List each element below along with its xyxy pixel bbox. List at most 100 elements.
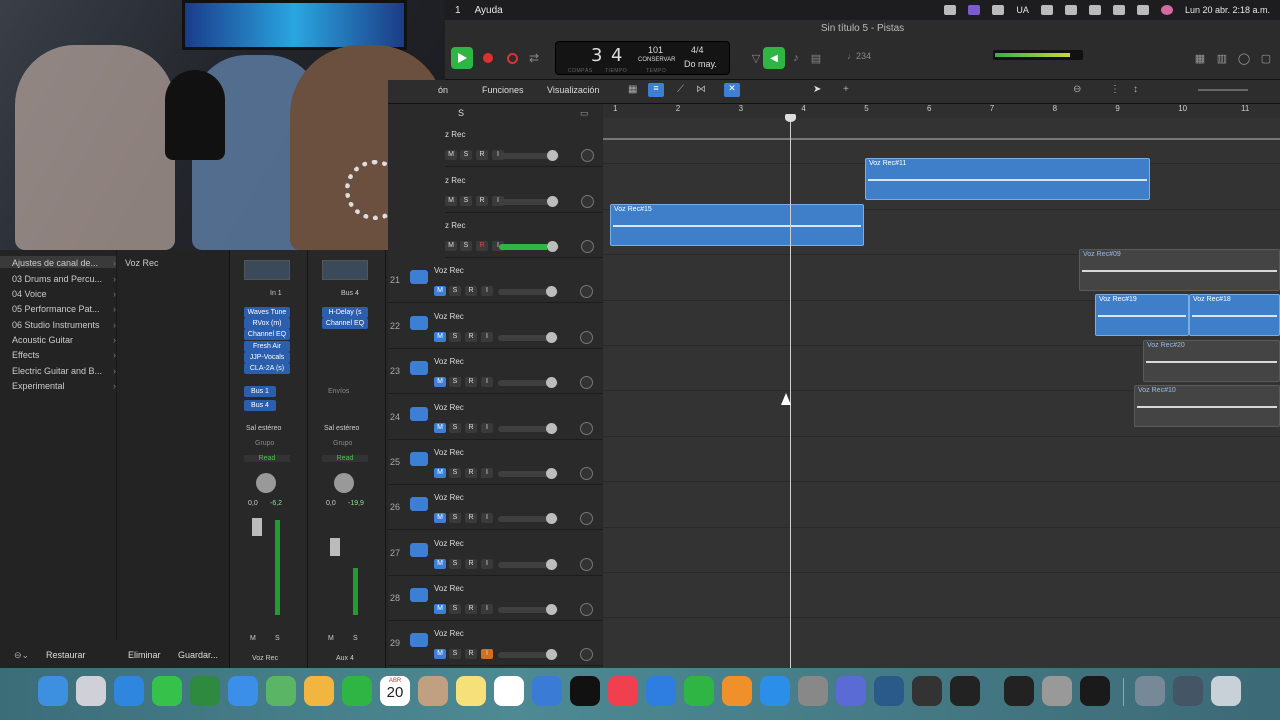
- audio-region[interactable]: Voz Rec#09: [1079, 249, 1280, 291]
- browser-icon[interactable]: ▢: [1255, 47, 1277, 69]
- send-slot[interactable]: Bus 1: [244, 386, 276, 397]
- control-icon[interactable]: [944, 5, 957, 15]
- plugin-slot[interactable]: Waves Tune: [244, 307, 290, 318]
- waveform-zoom-icon[interactable]: ⋮: [1110, 84, 1120, 95]
- screenshot-icon[interactable]: [1173, 676, 1203, 706]
- solo-button[interactable]: S: [449, 377, 461, 387]
- count-in[interactable]: ♩234: [847, 51, 871, 61]
- pan-knob[interactable]: [580, 558, 593, 571]
- view-menu-icon[interactable]: ⊖⌄: [14, 650, 29, 661]
- track-name[interactable]: z Rec: [445, 176, 465, 185]
- maps-icon[interactable]: [266, 676, 296, 706]
- audio-region[interactable]: Voz Rec#11: [865, 158, 1150, 200]
- input-monitor-button[interactable]: I: [481, 332, 493, 342]
- control-center-icon[interactable]: [1136, 5, 1149, 15]
- audio-region[interactable]: Voz Rec#15: [610, 204, 864, 246]
- record-enable-button[interactable]: R: [476, 196, 488, 206]
- pointer-tool-icon[interactable]: ➤: [813, 84, 821, 95]
- mute-button[interactable]: M: [328, 635, 334, 642]
- photos-icon[interactable]: [304, 676, 334, 706]
- metronome-speaker-button[interactable]: ◀: [763, 47, 785, 69]
- track-row[interactable]: 26 Voz Rec M S R I: [388, 485, 603, 530]
- volume-knob[interactable]: [546, 649, 557, 660]
- keyboard-layout[interactable]: UA: [1016, 5, 1029, 15]
- library-item[interactable]: Electric Guitar and B... ›: [12, 366, 116, 376]
- track-row[interactable]: 27 Voz Rec M S R I: [388, 531, 603, 576]
- view-menu[interactable]: Visualización: [547, 85, 599, 95]
- apple-tv-icon[interactable]: [570, 676, 600, 706]
- solo-button[interactable]: S: [449, 468, 461, 478]
- pan-knob[interactable]: [580, 603, 593, 616]
- pan-knob[interactable]: [580, 648, 593, 661]
- input-monitor-button[interactable]: I: [481, 377, 493, 387]
- volume-knob[interactable]: [546, 468, 557, 479]
- volume-knob[interactable]: [547, 241, 558, 252]
- global-solo[interactable]: S: [458, 108, 464, 118]
- volume-knob[interactable]: [546, 286, 557, 297]
- mute-button[interactable]: M: [445, 241, 457, 251]
- app-store-icon[interactable]: [760, 676, 790, 706]
- pan-knob[interactable]: [580, 285, 593, 298]
- trash-icon[interactable]: [1211, 676, 1241, 706]
- lcd-display[interactable]: 3 4 COMPÁS TIEMPO 101 CONSERVAR TEMPO 4/…: [555, 41, 730, 75]
- volume-fader[interactable]: [330, 538, 340, 556]
- library-item[interactable]: 05 Performance Pat... ›: [12, 304, 116, 314]
- track-name[interactable]: Voz Rec: [434, 266, 464, 275]
- save-button[interactable]: Guardar...: [178, 650, 218, 660]
- input-monitor-button[interactable]: I: [481, 513, 493, 523]
- pencil-tool-icon[interactable]: +: [843, 84, 849, 95]
- obs-studio-icon[interactable]: [1080, 676, 1110, 706]
- audio-region[interactable]: Voz Rec#10: [1134, 385, 1280, 427]
- audio-app-icon[interactable]: [874, 676, 904, 706]
- grid-icon[interactable]: ▦: [628, 84, 637, 95]
- mute-button[interactable]: M: [434, 468, 446, 478]
- pan-knob[interactable]: [580, 331, 593, 344]
- track-row[interactable]: 25 Voz Rec M S R I: [388, 440, 603, 485]
- volume-knob[interactable]: [546, 332, 557, 343]
- send-slot[interactable]: Bus 4: [244, 400, 276, 411]
- track-name[interactable]: Voz Rec: [434, 448, 464, 457]
- track-name[interactable]: Voz Rec: [434, 629, 464, 638]
- input-slot[interactable]: In 1: [270, 290, 282, 297]
- input-monitor-button[interactable]: I: [481, 649, 493, 659]
- record-enable-button[interactable]: R: [465, 604, 477, 614]
- search-icon[interactable]: [1112, 5, 1125, 15]
- solo-button[interactable]: S: [460, 196, 472, 206]
- record-enable-button[interactable]: R: [476, 241, 488, 251]
- mute-button[interactable]: M: [434, 513, 446, 523]
- list-view-icon[interactable]: ≡: [648, 83, 664, 97]
- track-name[interactable]: Voz Rec: [434, 584, 464, 593]
- mute-button[interactable]: M: [250, 635, 256, 642]
- pan-knob[interactable]: [334, 473, 354, 493]
- solo-button[interactable]: S: [449, 332, 461, 342]
- cycle-icon[interactable]: ⇄: [523, 47, 545, 69]
- plugin-slot[interactable]: CLA-2A (s): [244, 363, 290, 374]
- terminal-icon[interactable]: [950, 676, 980, 706]
- input-slot[interactable]: Bus 4: [341, 290, 359, 297]
- calendar-icon[interactable]: ABR 20: [380, 676, 410, 706]
- keynote-icon[interactable]: [646, 676, 676, 706]
- automation-mode[interactable]: Read: [322, 455, 368, 462]
- solo-button[interactable]: S: [275, 635, 280, 642]
- track-name[interactable]: z Rec: [445, 130, 465, 139]
- record-enable-button[interactable]: R: [465, 513, 477, 523]
- track-row[interactable]: 29 Voz Rec M S R I: [388, 621, 603, 666]
- input-monitor-button[interactable]: I: [481, 468, 493, 478]
- track-row[interactable]: 23 Voz Rec M S R I: [388, 349, 603, 394]
- pan-knob[interactable]: [580, 467, 593, 480]
- obs-icon[interactable]: [1004, 676, 1034, 706]
- volume-knob[interactable]: [546, 377, 557, 388]
- mail-icon[interactable]: [228, 676, 258, 706]
- freeform-icon[interactable]: [532, 676, 562, 706]
- pan-knob[interactable]: [256, 473, 276, 493]
- preview-icon[interactable]: [1135, 676, 1165, 706]
- siri-icon[interactable]: [1160, 5, 1173, 15]
- solo-button[interactable]: S: [460, 241, 472, 251]
- logic-icon[interactable]: [912, 676, 942, 706]
- clock-icon[interactable]: [1064, 5, 1077, 15]
- screen-record-icon[interactable]: [968, 5, 981, 15]
- flex-icon[interactable]: ⋈: [696, 84, 706, 95]
- functions-menu[interactable]: Funciones: [482, 85, 524, 95]
- volume-fader[interactable]: [252, 518, 262, 536]
- automation-icon[interactable]: ⟋: [677, 84, 684, 95]
